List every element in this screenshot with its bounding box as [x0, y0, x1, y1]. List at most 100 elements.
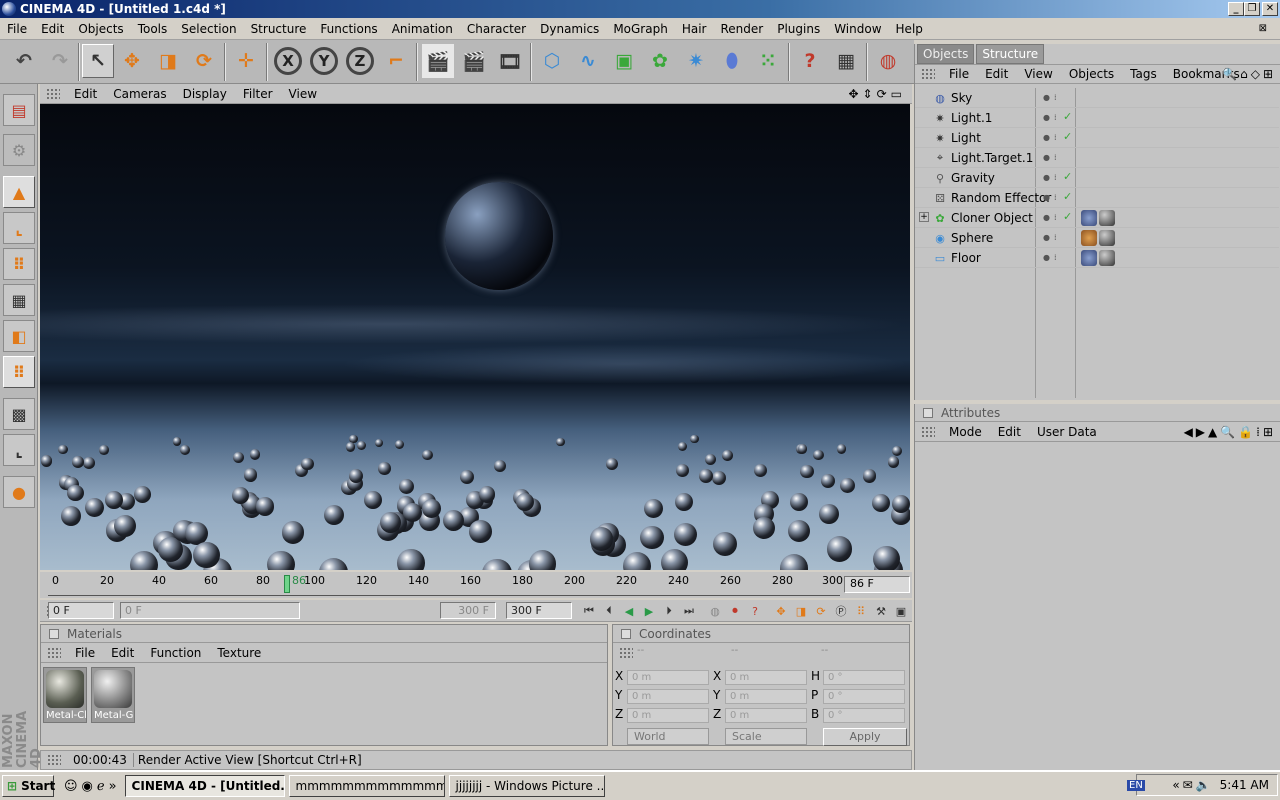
start-frame-field[interactable]: 0 F: [48, 602, 114, 619]
current-frame-field[interactable]: 86 F: [844, 576, 910, 593]
visibility-dots[interactable]: ●⁞: [1043, 133, 1061, 142]
enabled-check-icon[interactable]: ✓: [1063, 210, 1072, 223]
menu-dynamics[interactable]: Dynamics: [533, 22, 606, 36]
autokey-icon[interactable]: ?: [746, 602, 764, 620]
key-param-icon[interactable]: Ⓟ: [832, 602, 850, 620]
maximize-button[interactable]: ❐: [1244, 2, 1260, 16]
grip-icon[interactable]: [619, 647, 633, 659]
record-keys-icon[interactable]: ⏺: [726, 602, 744, 620]
viewport-menu-edit[interactable]: Edit: [66, 87, 105, 101]
enabled-check-icon[interactable]: ✓: [1063, 130, 1072, 143]
visibility-dots[interactable]: ●⁞: [1043, 153, 1061, 162]
viewport-nav-icons[interactable]: ✥⇕⟳▭: [848, 87, 906, 101]
material-tag-icon[interactable]: [1099, 210, 1115, 226]
render-view-icon[interactable]: 🎬: [422, 44, 454, 78]
scene-object-icon[interactable]: ⬮: [716, 44, 748, 78]
attributes-menu-mode[interactable]: Mode: [941, 425, 990, 439]
enabled-check-icon[interactable]: ✓: [1063, 110, 1072, 123]
collider-tag-icon[interactable]: [1081, 250, 1097, 266]
layout-icon[interactable]: ⊠: [1252, 23, 1274, 34]
panel-checkbox[interactable]: [621, 628, 631, 639]
make-editable-icon[interactable]: ⚙: [3, 134, 35, 166]
rotate-icon[interactable]: ⟳: [188, 44, 220, 78]
objects-menu-view[interactable]: View: [1016, 67, 1060, 81]
start-button[interactable]: ⊞ Start: [2, 775, 55, 797]
help-cursor-icon[interactable]: ?: [794, 44, 826, 78]
apply-button[interactable]: Apply: [823, 728, 907, 746]
attributes-menu-user-data[interactable]: User Data: [1029, 425, 1105, 439]
material-swatch[interactable]: Metal-Gl: [91, 667, 135, 723]
timeline-ruler[interactable]: 0 20 40 60 80 100 120 140 160 180 200 22…: [48, 574, 843, 596]
grip-icon[interactable]: [46, 87, 60, 100]
pos-x-field[interactable]: 0 m: [627, 670, 709, 685]
materials-menu-edit[interactable]: Edit: [103, 646, 142, 660]
spline-icon[interactable]: ∿: [572, 44, 604, 78]
materials-menu-function[interactable]: Function: [142, 646, 209, 660]
goto-end-icon[interactable]: ⏭: [680, 602, 698, 620]
play-backward-icon[interactable]: ◀: [620, 602, 638, 620]
menu-character[interactable]: Character: [460, 22, 533, 36]
play-forward-icon[interactable]: ▶: [640, 602, 658, 620]
end-frame-field[interactable]: 300 F: [506, 602, 572, 619]
object-row-light[interactable]: ✷ Light ●⁞ ✓: [915, 128, 1279, 148]
cube-primitive-icon[interactable]: ⬡: [536, 44, 568, 78]
grip-icon[interactable]: [921, 68, 935, 80]
visibility-dots[interactable]: ●⁞: [1043, 233, 1061, 242]
object-row-light1[interactable]: ✷ Light.1 ●⁞ ✓: [915, 108, 1279, 128]
y-axis-lock-icon[interactable]: Y: [308, 44, 340, 78]
taskbar-item-doc[interactable]: mmmmmmmmmmmmmm...: [288, 775, 445, 797]
key-scale-icon[interactable]: ◨: [792, 602, 810, 620]
tab-structure[interactable]: Structure: [976, 44, 1045, 64]
coord-mode-select[interactable]: World: [627, 728, 709, 745]
particle-icon[interactable]: ⁙: [752, 44, 784, 78]
menu-selection[interactable]: Selection: [174, 22, 243, 36]
prev-frame-icon[interactable]: ⏴: [600, 602, 618, 620]
z-axis-lock-icon[interactable]: Z: [344, 44, 376, 78]
visibility-dots[interactable]: ●⁞: [1043, 193, 1061, 202]
size-x-field[interactable]: 0 m: [725, 670, 807, 685]
objects-menu-objects[interactable]: Objects: [1061, 67, 1122, 81]
menu-render[interactable]: Render: [713, 22, 770, 36]
enabled-check-icon[interactable]: ✓: [1063, 170, 1072, 183]
menu-mograph[interactable]: MoGraph: [606, 22, 675, 36]
pos-y-field[interactable]: 0 m: [627, 689, 709, 704]
layout-view-icon[interactable]: ▤: [3, 94, 35, 126]
materials-menu-texture[interactable]: Texture: [209, 646, 269, 660]
dynamics-tag-icon[interactable]: [1081, 230, 1097, 246]
expand-icon[interactable]: +: [919, 212, 929, 222]
rot-p-field[interactable]: 0 °: [823, 689, 905, 704]
live-selection-icon[interactable]: ↖: [82, 44, 114, 78]
object-row-sky[interactable]: ◍ Sky ●⁞: [915, 88, 1279, 108]
object-row-cloner[interactable]: + ✿ Cloner Object ●⁞ ✓: [915, 208, 1279, 228]
rot-h-field[interactable]: 0 °: [823, 670, 905, 685]
material-swatch[interactable]: Metal-Ch: [43, 667, 87, 723]
tray-icons[interactable]: «✉🔈: [1172, 778, 1213, 792]
menu-edit[interactable]: Edit: [34, 22, 71, 36]
enabled-check-icon[interactable]: ✓: [1063, 190, 1072, 203]
render-picture-viewer-icon[interactable]: 🎬: [458, 44, 490, 78]
size-z-field[interactable]: 0 m: [725, 708, 807, 723]
texture-axis-icon[interactable]: ⌞: [3, 434, 35, 466]
object-row-gravity[interactable]: ⚲ Gravity ●⁞ ✓: [915, 168, 1279, 188]
object-row-light-target[interactable]: ⌖ Light.Target.1 ●⁞: [915, 148, 1279, 168]
viewport-menu-view[interactable]: View: [281, 87, 325, 101]
language-indicator[interactable]: EN: [1127, 779, 1145, 791]
coord-size-select[interactable]: Scale: [725, 728, 807, 745]
key-position-icon[interactable]: ✥: [772, 602, 790, 620]
array-icon[interactable]: ✿: [644, 44, 676, 78]
redo-icon[interactable]: ↷: [44, 44, 76, 78]
menu-structure[interactable]: Structure: [244, 22, 314, 36]
use-edges-tool-icon[interactable]: ▦: [3, 284, 35, 316]
objects-toolbar-icons[interactable]: 🔍⌂◇⊞: [1222, 67, 1276, 81]
menu-help[interactable]: Help: [889, 22, 930, 36]
size-y-field[interactable]: 0 m: [725, 689, 807, 704]
next-frame-icon[interactable]: ⏵: [660, 602, 678, 620]
rot-b-field[interactable]: 0 °: [823, 708, 905, 723]
objects-menu-file[interactable]: File: [941, 67, 977, 81]
range-start-field[interactable]: 0 F: [120, 602, 300, 619]
attributes-menu-edit[interactable]: Edit: [990, 425, 1029, 439]
menu-tools[interactable]: Tools: [131, 22, 175, 36]
x-axis-lock-icon[interactable]: X: [272, 44, 304, 78]
tab-objects[interactable]: Objects: [917, 44, 975, 64]
visibility-dots[interactable]: ●⁞: [1043, 113, 1061, 122]
